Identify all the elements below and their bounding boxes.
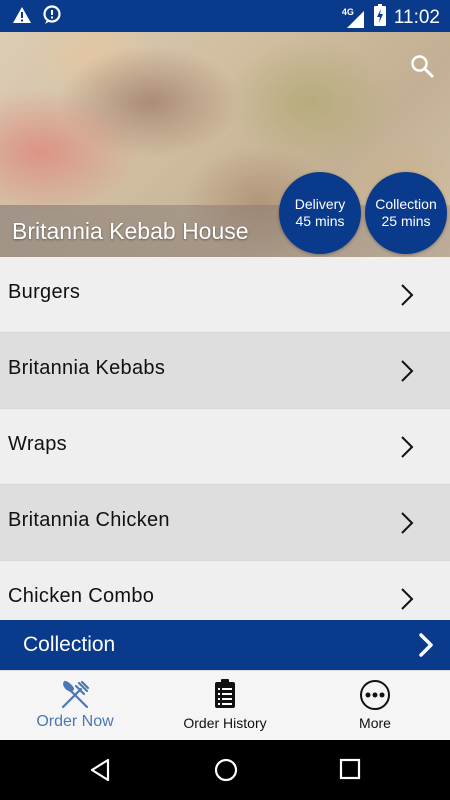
menu-item-label: Britannia Kebabs: [8, 357, 166, 379]
nav-order-history[interactable]: Order History: [150, 671, 300, 741]
menu-item-burgers[interactable]: Burgers: [0, 257, 450, 333]
menu-item-label: Britannia Chicken: [8, 509, 170, 531]
order-mode-bar[interactable]: Collection: [0, 620, 450, 670]
nav-label: Order Now: [36, 713, 114, 730]
system-navigation-bar: [0, 740, 450, 800]
restaurant-hero-image: Britannia Kebab House Delivery 45 mins C…: [0, 32, 450, 257]
menu-item-britannia-kebabs[interactable]: Britannia Kebabs: [0, 333, 450, 409]
signal-icon: 4G: [342, 7, 366, 29]
recents-icon[interactable]: [339, 758, 361, 785]
menu-item-britannia-chicken[interactable]: Britannia Chicken: [0, 485, 450, 561]
menu-item-label: Chicken Combo: [8, 585, 155, 607]
restaurant-name: Britannia Kebab House: [12, 218, 249, 244]
chevron-right-icon: [400, 435, 414, 464]
more-icon: [359, 679, 391, 716]
back-icon[interactable]: [89, 758, 111, 787]
menu-item-label: Wraps: [8, 433, 67, 455]
status-bar: 4G 11:02: [0, 0, 450, 32]
nav-label: More: [359, 715, 391, 731]
collection-label: Collection: [375, 196, 437, 212]
chevron-right-icon: [400, 587, 414, 616]
collection-time-badge[interactable]: Collection 25 mins: [365, 172, 447, 254]
home-icon[interactable]: [214, 758, 238, 787]
clipboard-icon: [214, 679, 236, 714]
bottom-navigation: Order Now Order History More: [0, 670, 450, 741]
delivery-time: 45 mins: [295, 213, 345, 229]
fork-knife-icon: [59, 679, 91, 716]
delivery-time-badge[interactable]: Delivery 45 mins: [279, 172, 361, 254]
order-mode-label: Collection: [23, 633, 116, 656]
menu-item-chicken-combo[interactable]: Chicken Combo: [0, 561, 450, 620]
menu-item-wraps[interactable]: Wraps: [0, 409, 450, 485]
nav-more[interactable]: More: [300, 671, 450, 741]
menu-category-list: Burgers Britannia Kebabs Wraps Britannia…: [0, 257, 450, 620]
warning-icon: [12, 6, 32, 29]
collection-time: 25 mins: [381, 213, 431, 229]
battery-icon: [373, 4, 386, 31]
notification-icon: [42, 5, 62, 30]
chevron-right-icon: [400, 283, 414, 312]
chevron-right-icon: [418, 632, 434, 663]
chevron-right-icon: [400, 359, 414, 388]
clock: 11:02: [393, 6, 440, 28]
menu-item-label: Burgers: [8, 281, 81, 303]
delivery-label: Delivery: [294, 196, 346, 212]
nav-label: Order History: [183, 715, 267, 731]
search-icon[interactable]: [410, 54, 434, 83]
nav-order-now[interactable]: Order Now: [0, 671, 150, 741]
chevron-right-icon: [400, 511, 414, 540]
